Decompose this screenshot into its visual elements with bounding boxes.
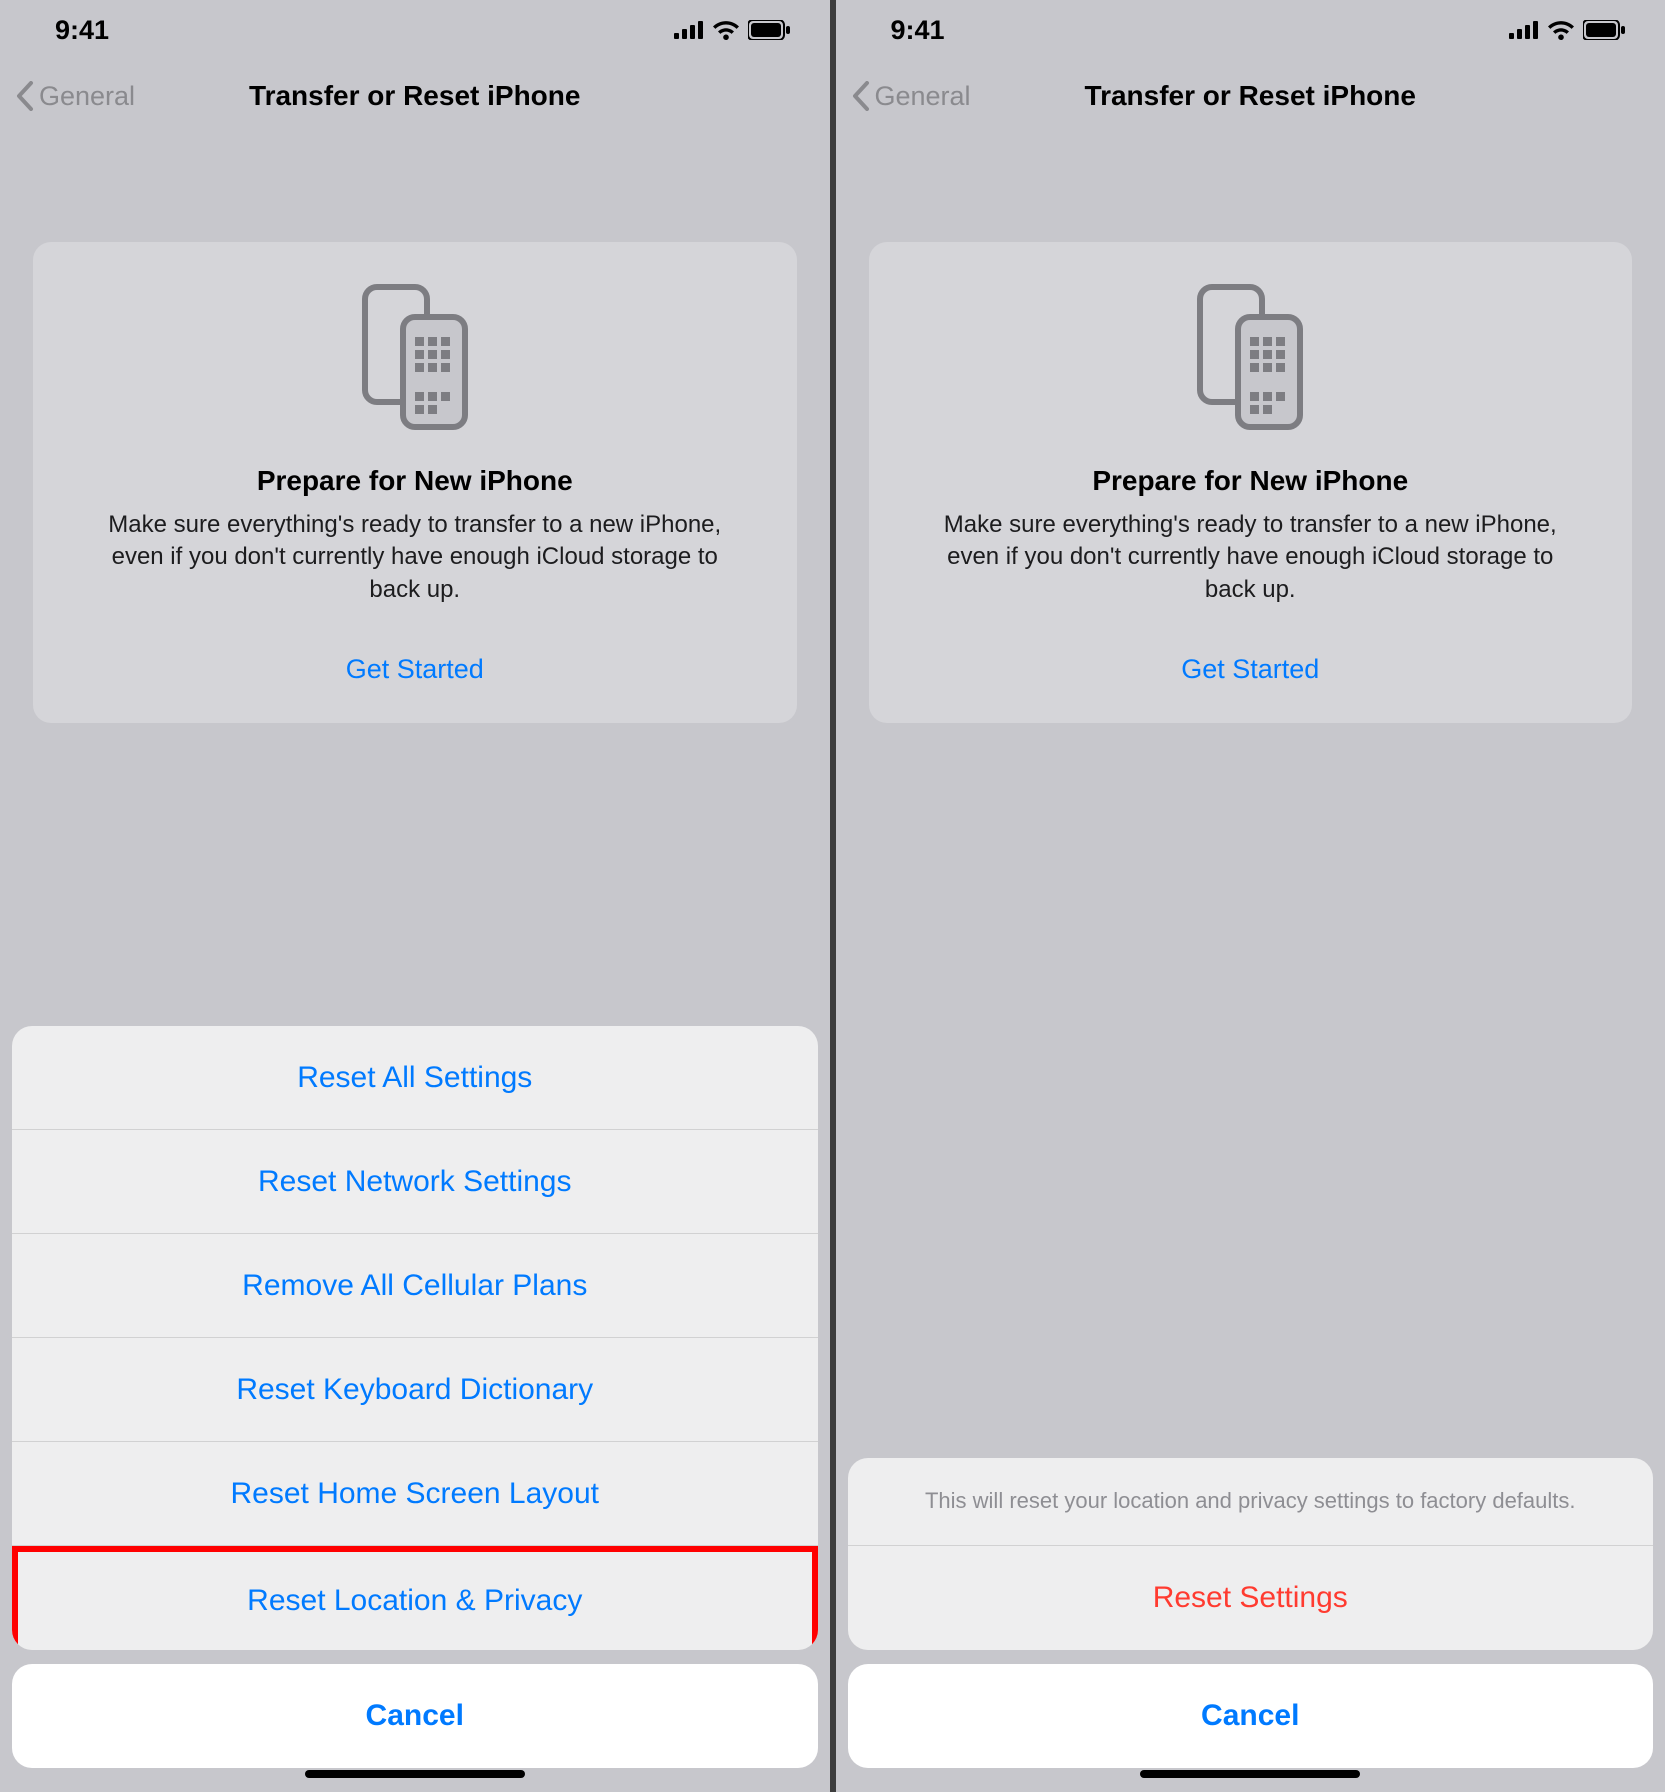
statusbar: 9:41 bbox=[836, 0, 1665, 60]
battery-icon bbox=[1583, 20, 1625, 40]
transfer-devices-icon bbox=[355, 282, 475, 432]
back-label: General bbox=[39, 81, 135, 112]
back-button[interactable]: General bbox=[15, 81, 135, 112]
battery-icon bbox=[748, 20, 790, 40]
chevron-left-icon bbox=[851, 81, 871, 111]
statusbar: 9:41 bbox=[0, 0, 830, 60]
reset-location-privacy-option[interactable]: Reset Location & Privacy bbox=[12, 1546, 818, 1650]
sheet-options-group: Reset All Settings Reset Network Setting… bbox=[12, 1026, 818, 1650]
card-desc: Make sure everything's ready to transfer… bbox=[920, 509, 1580, 606]
reset-settings-button[interactable]: Reset Settings bbox=[848, 1546, 1654, 1650]
page-title: Transfer or Reset iPhone bbox=[249, 80, 580, 112]
get-started-link[interactable]: Get Started bbox=[63, 654, 767, 685]
navbar: General Transfer or Reset iPhone bbox=[0, 60, 830, 132]
remove-cellular-plans-option[interactable]: Remove All Cellular Plans bbox=[12, 1234, 818, 1338]
reset-network-settings-option[interactable]: Reset Network Settings bbox=[12, 1130, 818, 1234]
status-icons bbox=[674, 20, 790, 40]
prepare-card: Prepare for New iPhone Make sure everyth… bbox=[33, 242, 797, 723]
time-label: 9:41 bbox=[55, 15, 109, 46]
wifi-icon bbox=[712, 20, 740, 40]
navbar: General Transfer or Reset iPhone bbox=[836, 60, 1665, 132]
cancel-button[interactable]: Cancel bbox=[12, 1664, 818, 1768]
time-label: 9:41 bbox=[891, 15, 945, 46]
wifi-icon bbox=[1547, 20, 1575, 40]
reset-all-settings-option[interactable]: Reset All Settings bbox=[12, 1026, 818, 1130]
home-indicator[interactable] bbox=[305, 1770, 525, 1778]
cellular-icon bbox=[674, 21, 704, 39]
cellular-icon bbox=[1509, 21, 1539, 39]
phone-left: 9:41 General Transfer or Reset iPhone bbox=[0, 0, 830, 1792]
back-label: General bbox=[875, 81, 971, 112]
page-title: Transfer or Reset iPhone bbox=[1085, 80, 1416, 112]
action-sheet: Reset All Settings Reset Network Setting… bbox=[12, 1026, 818, 1782]
card-title: Prepare for New iPhone bbox=[899, 465, 1603, 497]
phone-right: 9:41 General Transfer or Reset iPhone bbox=[836, 0, 1665, 1792]
prepare-card: Prepare for New iPhone Make sure everyth… bbox=[869, 242, 1633, 723]
reset-keyboard-dictionary-option[interactable]: Reset Keyboard Dictionary bbox=[12, 1338, 818, 1442]
chevron-left-icon bbox=[15, 81, 35, 111]
status-icons bbox=[1509, 20, 1625, 40]
confirm-sheet: This will reset your location and privac… bbox=[848, 1458, 1654, 1782]
confirm-group: This will reset your location and privac… bbox=[848, 1458, 1654, 1650]
cancel-button[interactable]: Cancel bbox=[848, 1664, 1654, 1768]
reset-home-screen-option[interactable]: Reset Home Screen Layout bbox=[12, 1442, 818, 1546]
card-desc: Make sure everything's ready to transfer… bbox=[85, 509, 745, 606]
card-title: Prepare for New iPhone bbox=[63, 465, 767, 497]
back-button[interactable]: General bbox=[851, 81, 971, 112]
home-indicator[interactable] bbox=[1140, 1770, 1360, 1778]
transfer-devices-icon bbox=[1190, 282, 1310, 432]
get-started-link[interactable]: Get Started bbox=[899, 654, 1603, 685]
confirm-message: This will reset your location and privac… bbox=[848, 1458, 1654, 1546]
